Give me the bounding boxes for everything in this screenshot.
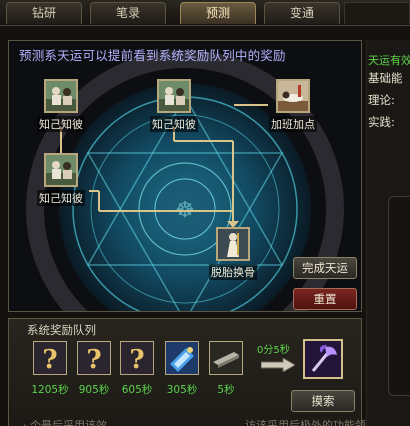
- scholars-portrait-icon: [44, 79, 78, 113]
- reset-button[interactable]: 重置: [293, 288, 357, 310]
- reward-slot-4[interactable]: [165, 341, 199, 375]
- tab-bar-filler: [344, 2, 410, 24]
- arrow-right-icon: [261, 358, 295, 372]
- search-button[interactable]: 摸索: [291, 390, 355, 412]
- reward-time-2: 905秒: [78, 384, 110, 396]
- reward-slot-5[interactable]: [209, 341, 243, 375]
- reward-slot-3[interactable]: ?: [120, 341, 154, 375]
- final-reward-slot[interactable]: [303, 339, 343, 379]
- blue-scroll-icon: [166, 342, 198, 374]
- sleeping-scholar-icon: [276, 79, 310, 113]
- purple-axe-icon: [305, 341, 341, 377]
- tab-predict[interactable]: 预测: [180, 2, 256, 24]
- side-row-basic: 基础能: [368, 71, 403, 85]
- skill-node-label: 知己知彼: [37, 190, 85, 206]
- side-panel-title: 天运有效: [368, 54, 410, 67]
- question-mark-icon: ?: [121, 342, 153, 374]
- footer-hint-right: 访该采用后极外的功能领的: [245, 419, 377, 426]
- reward-queue: 系统奖励队列 ? 1205秒 ? 905秒 ? 605秒 305秒 5秒 0分5…: [8, 318, 377, 426]
- skill-node-label: 知己知彼: [37, 116, 85, 132]
- side-row-theory: 理论:: [368, 93, 395, 107]
- skill-node-know-yourself-1[interactable]: 知己知彼: [29, 79, 93, 132]
- skill-node-know-yourself-3[interactable]: 知己知彼: [29, 153, 93, 206]
- scholars-portrait-icon: [44, 153, 78, 187]
- reward-time-3: 605秒: [121, 384, 153, 396]
- skill-node-know-yourself-2[interactable]: 知己知彼: [142, 79, 206, 132]
- countdown-timer: 0分5秒: [257, 345, 290, 356]
- prediction-panel: 预测系天运可以提前看到系统奖励队列中的奖励 ☸ 知己知彼 知己知彼 加班加点 知…: [8, 40, 362, 312]
- reward-slot-2[interactable]: ?: [77, 341, 111, 375]
- svg-text:?: ?: [86, 345, 101, 374]
- skill-node-rebirth[interactable]: 脱胎换骨: [201, 227, 265, 280]
- tab-adapt[interactable]: 变通: [264, 2, 340, 24]
- reward-queue-title: 系统奖励队列: [27, 323, 96, 337]
- skill-node-label: 加班加点: [269, 116, 317, 132]
- silver-ingot-icon: [210, 342, 242, 374]
- skill-node-label: 脱胎换骨: [209, 264, 257, 280]
- tab-notes[interactable]: 笔录: [90, 2, 166, 24]
- side-row-practice: 实践:: [368, 115, 395, 129]
- tab-study[interactable]: 钻研: [6, 2, 82, 24]
- tab-bar: 钻研 笔录 预测 变通: [0, 0, 410, 26]
- reward-slot-1[interactable]: ?: [33, 341, 67, 375]
- side-scroll-frame: [388, 196, 410, 396]
- reward-time-5: 5秒: [217, 384, 235, 396]
- panel-title: 预测系天运可以提前看到系统奖励队列中的奖励: [19, 48, 286, 63]
- sage-figure-icon: [216, 227, 250, 261]
- svg-text:?: ?: [129, 345, 144, 374]
- complete-fortune-button[interactable]: 完成天运: [293, 257, 357, 279]
- reward-time-4: 305秒: [166, 384, 198, 396]
- question-mark-icon: ?: [78, 342, 110, 374]
- scholars-portrait-icon: [157, 79, 191, 113]
- footer-hint-left: · 个最后采用该效: [23, 419, 107, 426]
- question-mark-icon: ?: [34, 342, 66, 374]
- skill-node-overtime[interactable]: 加班加点: [261, 79, 325, 132]
- svg-text:?: ?: [42, 345, 57, 374]
- reward-time-1: 1205秒: [31, 384, 69, 396]
- skill-node-label: 知己知彼: [150, 116, 198, 132]
